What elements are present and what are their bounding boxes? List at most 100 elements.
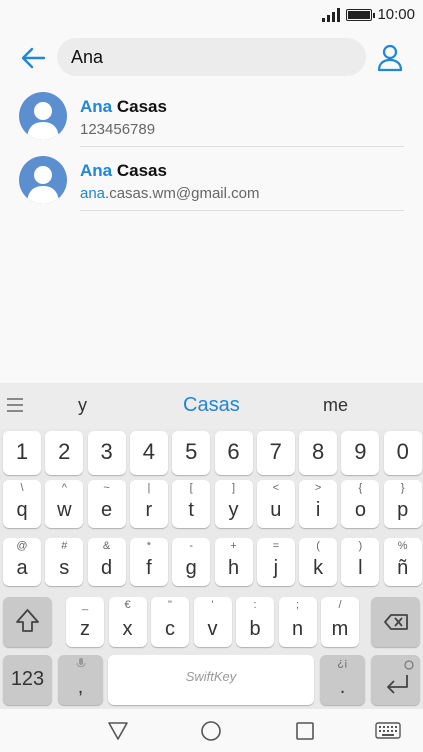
list-item[interactable]: Ana Casas ana.casas.wm@gmail.com [0, 147, 423, 211]
key-l[interactable]: ) l [341, 538, 380, 586]
key-label: i [315, 499, 321, 521]
key-label: f [146, 557, 152, 579]
key-label: n [291, 618, 304, 640]
mic-icon [58, 658, 103, 673]
key-8[interactable]: 8 [299, 431, 338, 475]
key-w[interactable]: ^ w [45, 480, 84, 528]
period-key[interactable]: ¿¡. [320, 655, 365, 705]
navigation-bar [0, 709, 423, 752]
key-3[interactable]: 3 [87, 431, 126, 475]
keyboard: y Casas me 1 2 3 4 5 6 7 8 9 0 \ q ^ w ~ e | r[t] y < u > i{o}… [0, 383, 423, 709]
back-arrow-icon[interactable] [18, 43, 48, 73]
key-6[interactable]: 6 [214, 431, 253, 475]
search-input[interactable]: Ana [57, 38, 366, 76]
key-b[interactable]: :b [236, 597, 274, 647]
key-alt-label: # [61, 540, 68, 552]
key-label: g [185, 557, 197, 579]
shift-key[interactable] [3, 597, 52, 647]
numbers-key[interactable]: 123 [3, 655, 52, 705]
key-z[interactable]: _ z [66, 597, 104, 647]
key-o[interactable]: {o [341, 480, 380, 528]
key-label: x [122, 618, 133, 640]
key-4[interactable]: 4 [129, 431, 168, 475]
avatar [19, 92, 67, 140]
key-label: u [270, 499, 282, 521]
key-alt-label: + [230, 540, 237, 552]
swiftkey-logo: SwiftKey [185, 669, 237, 684]
key-y[interactable]: ] y [214, 480, 253, 528]
key-r[interactable]: | r [129, 480, 168, 528]
key-label: 7 [269, 439, 282, 464]
menu-icon[interactable] [7, 398, 23, 412]
key-alt-label: * [146, 540, 152, 552]
key-alt-label: ( [316, 540, 320, 552]
key-7[interactable]: 7 [256, 431, 295, 475]
back-triangle-icon[interactable] [106, 719, 130, 743]
key-ñ[interactable]: % ñ [383, 538, 422, 586]
key-alt-label: [ [189, 482, 193, 494]
key-label: 123 [10, 668, 45, 690]
key-label: j [273, 557, 279, 579]
key-c[interactable]: " c [151, 597, 189, 647]
key-t[interactable]: [t [172, 480, 211, 528]
suggestion-right[interactable]: me [323, 395, 348, 416]
key-0[interactable]: 0 [383, 431, 422, 475]
key-d[interactable]: & d [87, 538, 126, 586]
key-alt-label: \ [20, 482, 24, 494]
enter-key[interactable] [371, 655, 420, 705]
recents-square-icon[interactable] [293, 719, 317, 743]
key-a[interactable]: @ a [3, 538, 41, 586]
key-label: 8 [311, 439, 325, 464]
key-p[interactable]: } p [383, 480, 422, 528]
key-label: 6 [227, 439, 240, 464]
key-n[interactable]: ; n [278, 597, 317, 647]
key-f[interactable]: * f [129, 538, 168, 586]
key-label: 5 [185, 439, 198, 464]
key-s[interactable]: # s [45, 538, 84, 586]
key-label: 3 [100, 439, 113, 464]
backspace-key[interactable] [371, 597, 420, 647]
key-alt-label: = [272, 540, 280, 552]
key-alt-label: | [147, 482, 151, 494]
key-5[interactable]: 5 [172, 431, 211, 475]
key-v[interactable]: ' v [193, 597, 232, 647]
contact-name: Ana Casas [80, 97, 167, 116]
key-9[interactable]: 9 [341, 431, 380, 475]
keyboard-toggle-icon[interactable] [375, 719, 401, 743]
key-label: 4 [142, 439, 156, 464]
key-q[interactable]: \ q [3, 480, 41, 528]
key-1[interactable]: 1 [3, 431, 41, 475]
key-j[interactable]: = j [256, 538, 295, 586]
status-time: 10:00 [377, 6, 415, 23]
key-label: 1 [15, 439, 29, 464]
suggestion-center[interactable]: Casas [183, 394, 240, 417]
key-u[interactable]: < u [256, 480, 295, 528]
comma-key[interactable]: , [58, 655, 103, 705]
space-key[interactable]: SwiftKey [108, 655, 314, 705]
suggestion-left[interactable]: y [78, 395, 87, 416]
key-alt-label: ; [295, 599, 300, 611]
person-silhouette-icon [27, 166, 59, 204]
key-k[interactable]: (k [299, 538, 338, 586]
key-2[interactable]: 2 [45, 431, 84, 475]
key-label: w [57, 499, 72, 521]
key-g[interactable]: -g [172, 538, 211, 586]
list-item[interactable]: Ana Casas 123456789 [0, 83, 423, 147]
key-label: d [101, 557, 113, 579]
contact-detail: ana.casas.wm@gmail.com [80, 185, 260, 202]
key-alt-label: } [400, 482, 405, 494]
key-h[interactable]: + h [214, 538, 253, 586]
key-label: o [354, 499, 366, 521]
key-e[interactable]: ~ e [87, 480, 126, 528]
key-alt-label: @ [16, 540, 28, 552]
key-alt-label: € [124, 599, 131, 611]
key-i[interactable]: > i [299, 480, 338, 528]
key-label: r [145, 499, 153, 521]
key-label: v [207, 618, 218, 640]
key-alt-label: ¿¡ [337, 657, 348, 669]
key-x[interactable]: € x [108, 597, 147, 647]
contact-icon[interactable] [374, 43, 406, 73]
key-m[interactable]: / m [321, 597, 359, 647]
home-circle-icon[interactable] [199, 719, 223, 743]
key-label: z [80, 618, 90, 640]
